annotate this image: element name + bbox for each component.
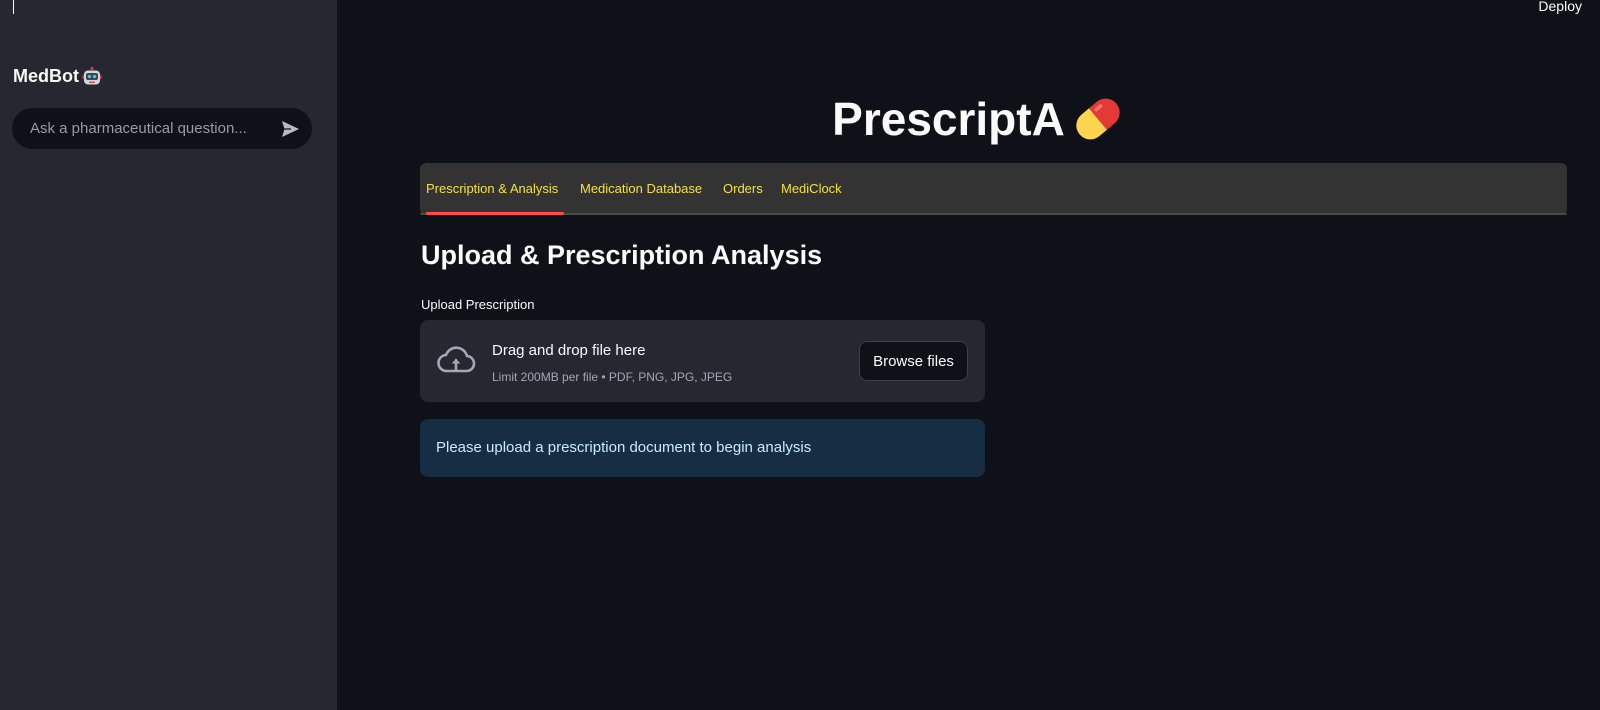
chat-input[interactable] xyxy=(30,120,278,137)
file-dropzone[interactable]: Drag and drop file here Limit 200MB per … xyxy=(420,320,985,402)
sidebar-title: MedBot xyxy=(13,66,102,87)
send-icon[interactable] xyxy=(278,117,302,141)
tab-orders[interactable]: Orders xyxy=(723,181,763,196)
cloud-upload-icon xyxy=(436,345,476,377)
tab-mediclock[interactable]: MediClock xyxy=(781,181,842,196)
upload-label: Upload Prescription xyxy=(421,297,535,312)
section-heading: Upload & Prescription Analysis xyxy=(421,240,823,270)
info-alert: Please upload a prescription document to… xyxy=(420,419,985,477)
text-cursor xyxy=(13,0,14,14)
dropzone-limit-text: Limit 200MB per file • PDF, PNG, JPG, JP… xyxy=(492,370,733,384)
robot-icon xyxy=(82,66,102,87)
tab-medication-database[interactable]: Medication Database xyxy=(580,181,702,196)
dropzone-title: Drag and drop file here xyxy=(492,342,646,359)
page-title-text: PrescriptA xyxy=(832,93,1065,145)
app-root: MedBot Ask a pharmaceutical question... … xyxy=(0,0,1600,710)
sidebar-title-text: MedBot xyxy=(13,66,79,86)
tabs-bar: Prescription & Analysis Medication Datab… xyxy=(420,163,1567,215)
chat-input-container xyxy=(12,108,312,149)
tabs-divider xyxy=(420,213,1567,215)
tab-prescription-analysis[interactable]: Prescription & Analysis xyxy=(426,181,558,196)
sidebar: MedBot xyxy=(0,0,337,710)
active-tab-indicator xyxy=(426,212,564,215)
browse-files-button[interactable]: Browse files xyxy=(859,341,968,381)
pill-icon xyxy=(1071,92,1125,146)
deploy-button[interactable]: Deploy xyxy=(1538,0,1582,14)
page-title: PrescriptA xyxy=(337,92,1600,146)
